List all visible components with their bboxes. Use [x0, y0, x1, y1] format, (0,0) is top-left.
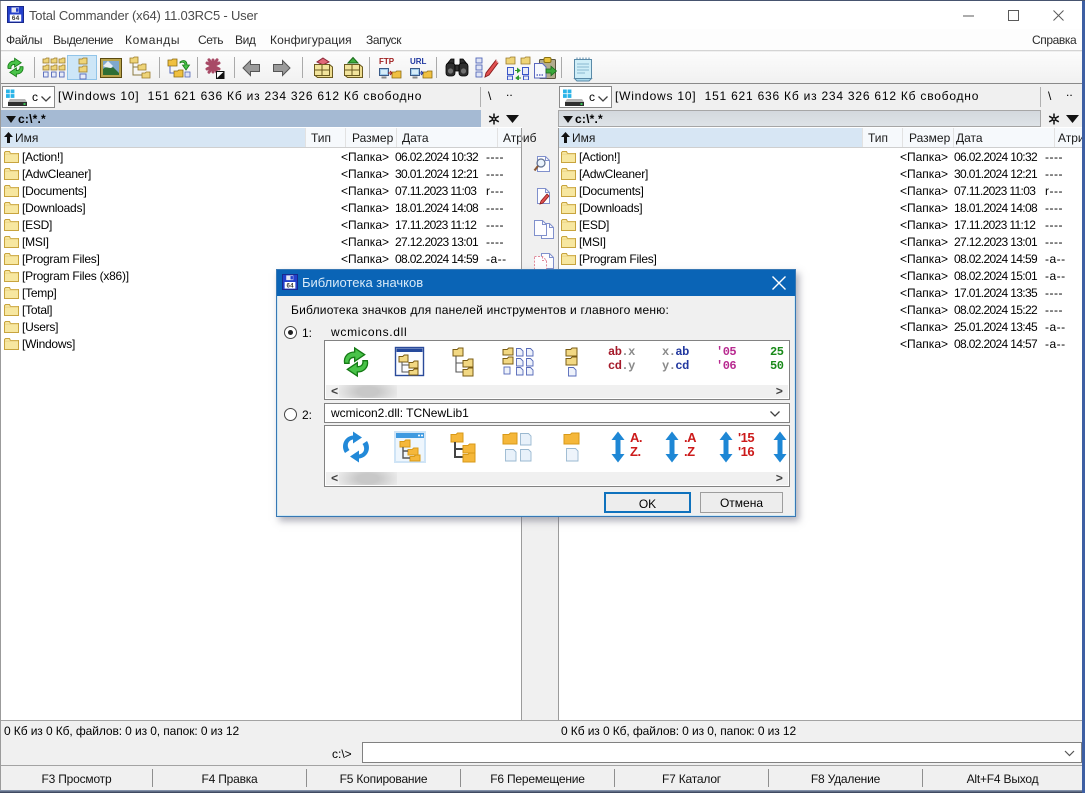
svg-text:64: 64: [286, 282, 294, 289]
svg-text:FTP: FTP: [379, 57, 395, 66]
svg-text:URL: URL: [410, 57, 427, 66]
svg-text:64: 64: [12, 15, 20, 22]
